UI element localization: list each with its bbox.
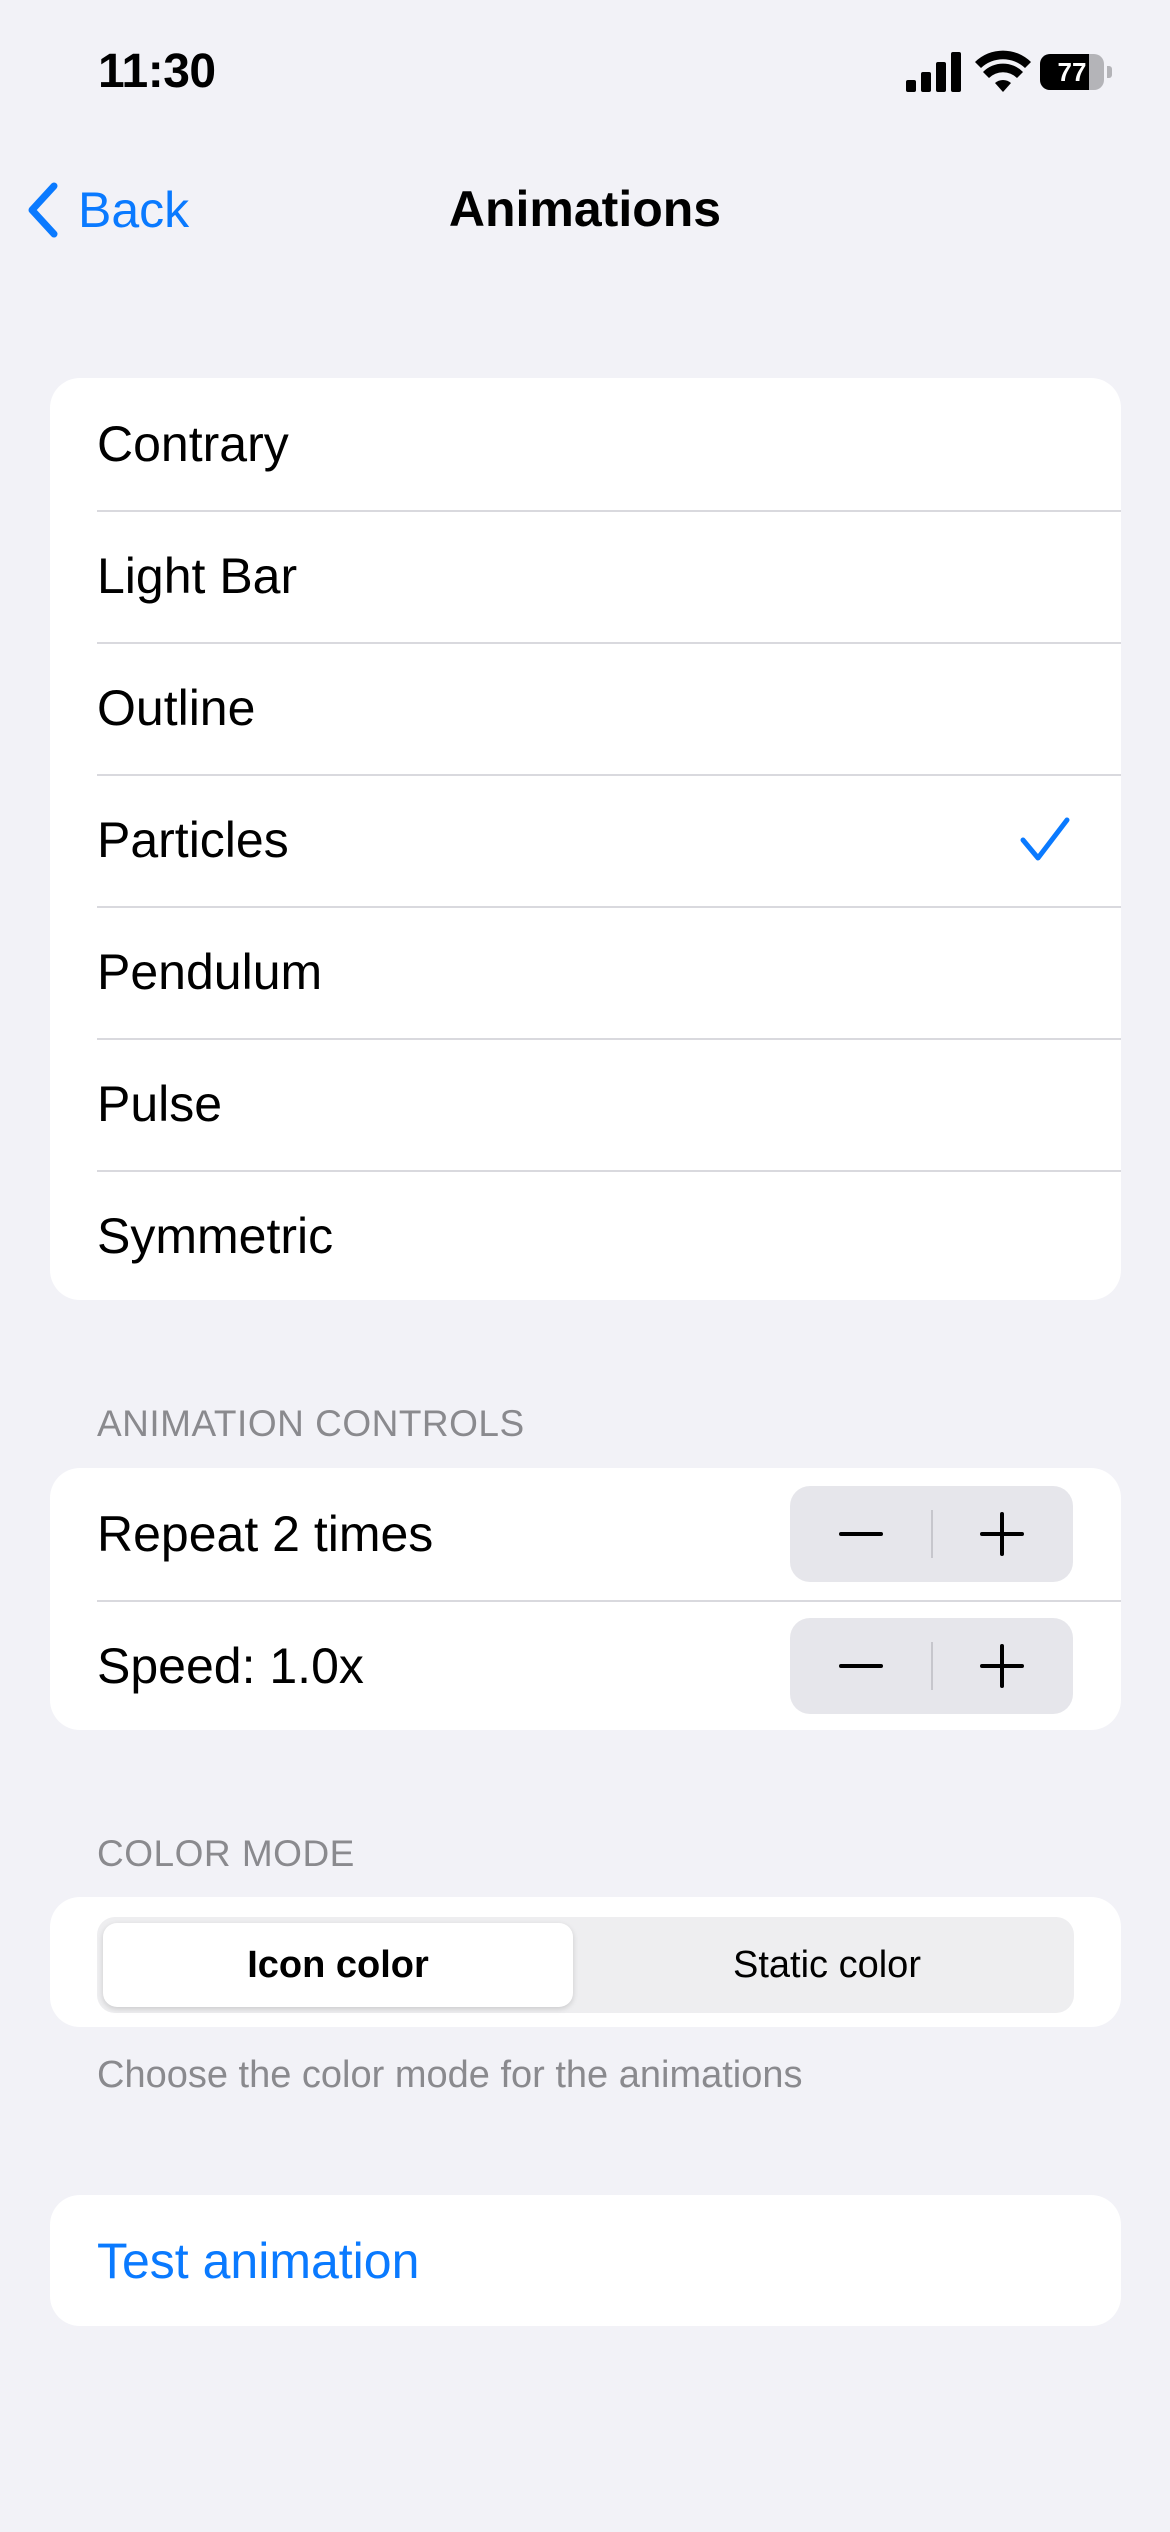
animation-option-symmetric[interactable]: Symmetric [50, 1170, 1121, 1300]
page-title: Animations [448, 181, 722, 237]
option-label: Pendulum [97, 944, 323, 1000]
plus-icon [980, 1512, 1025, 1556]
speed-row: Speed: 1.0x [50, 1600, 1121, 1730]
option-label: Symmetric [97, 1208, 334, 1264]
repeat-decrement-button[interactable] [790, 1486, 932, 1582]
test-card: Test animation [50, 2195, 1121, 2326]
checkmark-icon [1020, 817, 1070, 861]
color-mode-footer: Choose the color mode for the animations [97, 2054, 803, 2096]
color-mode-header: COLOR MODE [97, 1833, 355, 1874]
animation-option-pendulum[interactable]: Pendulum [50, 906, 1121, 1038]
minus-icon [838, 1532, 883, 1536]
repeat-label: Repeat 2 times [97, 1506, 434, 1562]
animation-controls: Repeat 2 times Speed: 1.0x [50, 1468, 1121, 1730]
option-label: Outline [97, 680, 256, 736]
battery-icon: 77 [1040, 54, 1112, 90]
option-label: Light Bar [97, 548, 298, 604]
animation-controls-header: ANIMATION CONTROLS [97, 1403, 525, 1444]
repeat-row: Repeat 2 times [50, 1468, 1121, 1600]
speed-decrement-button[interactable] [790, 1618, 932, 1714]
plus-icon [980, 1644, 1025, 1688]
option-label: Particles [97, 812, 289, 868]
option-label: Contrary [97, 416, 289, 472]
speed-increment-button[interactable] [932, 1618, 1074, 1714]
color-mode-card: Icon color Static color [50, 1897, 1121, 2027]
animation-option-contrary[interactable]: Contrary [50, 378, 1121, 510]
minus-icon [838, 1664, 883, 1668]
animation-option-particles[interactable]: Particles [50, 774, 1121, 906]
animation-option-pulse[interactable]: Pulse [50, 1038, 1121, 1170]
animation-option-light-bar[interactable]: Light Bar [50, 510, 1121, 642]
animation-list: Contrary Light Bar Outline Particles Pen… [50, 378, 1121, 1300]
repeat-stepper [790, 1486, 1073, 1582]
repeat-increment-button[interactable] [932, 1486, 1074, 1582]
status-bar: 11:30 77 [0, 0, 1170, 150]
cellular-signal-icon [906, 52, 961, 92]
navigation-bar: Back Animations [0, 160, 1170, 260]
animation-option-outline[interactable]: Outline [50, 642, 1121, 774]
battery-level: 77 [1057, 57, 1087, 87]
status-time: 11:30 [98, 45, 216, 98]
segment-icon-color[interactable]: Icon color [103, 1923, 573, 2007]
speed-stepper [790, 1618, 1073, 1714]
test-animation-label: Test animation [97, 2232, 420, 2289]
speed-label: Speed: 1.0x [97, 1638, 364, 1694]
wifi-icon [975, 50, 1031, 92]
option-label: Pulse [97, 1076, 223, 1132]
segment-static-color[interactable]: Static color [587, 1923, 1067, 2007]
color-mode-segmented-control: Icon color Static color [97, 1917, 1074, 2013]
test-animation-button[interactable]: Test animation [50, 2195, 1121, 2326]
